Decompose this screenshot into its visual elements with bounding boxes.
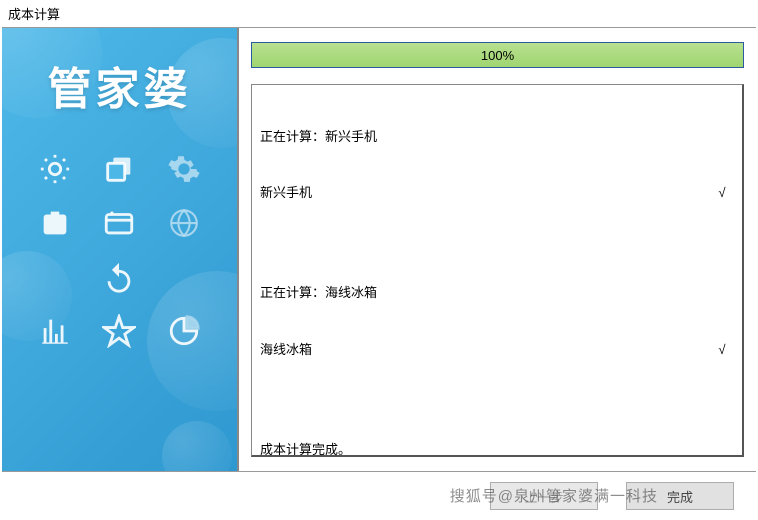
log-textarea[interactable]: 正在计算：新兴手机 新兴手机√ 正在计算：海线冰箱 海线冰箱√ 成本计算完成。 … [251, 84, 744, 457]
wallet-icon [95, 199, 143, 247]
undo-icon [95, 253, 143, 301]
placeholder-1-icon [31, 253, 79, 301]
placeholder-2-icon [160, 253, 208, 301]
checkmark-icon: √ [718, 342, 734, 361]
stack-icon [95, 145, 143, 193]
checkmark-icon: √ [718, 185, 734, 204]
finish-button[interactable]: 完成 [626, 482, 734, 510]
main-area: 管家婆 [2, 27, 756, 472]
sun-icon [31, 145, 79, 193]
button-bar: 上一步 完成 [0, 472, 758, 520]
window-title: 成本计算 [0, 0, 758, 27]
log-line: 海线冰箱√ [260, 342, 734, 361]
sidebar-icon-grid [2, 117, 237, 363]
log-line: 新兴手机√ [260, 185, 734, 204]
log-line: 正在计算：海线冰箱 [260, 285, 734, 304]
briefcase-icon [31, 199, 79, 247]
progress-label: 100% [252, 43, 743, 67]
star-icon [95, 307, 143, 355]
log-line: 正在计算：新兴手机 [260, 129, 734, 148]
globe-icon [160, 199, 208, 247]
piechart-icon [160, 307, 208, 355]
content-panel: 100% 正在计算：新兴手机 新兴手机√ 正在计算：海线冰箱 海线冰箱√ 成本计… [237, 28, 756, 471]
brand-logo: 管家婆 [2, 28, 237, 117]
progress-bar: 100% [251, 42, 744, 68]
sidebar-panel: 管家婆 [2, 28, 237, 471]
barchart-icon [31, 307, 79, 355]
log-line: 成本计算完成。 [260, 442, 734, 457]
prev-button[interactable]: 上一步 [490, 482, 598, 510]
gear-icon [160, 145, 208, 193]
